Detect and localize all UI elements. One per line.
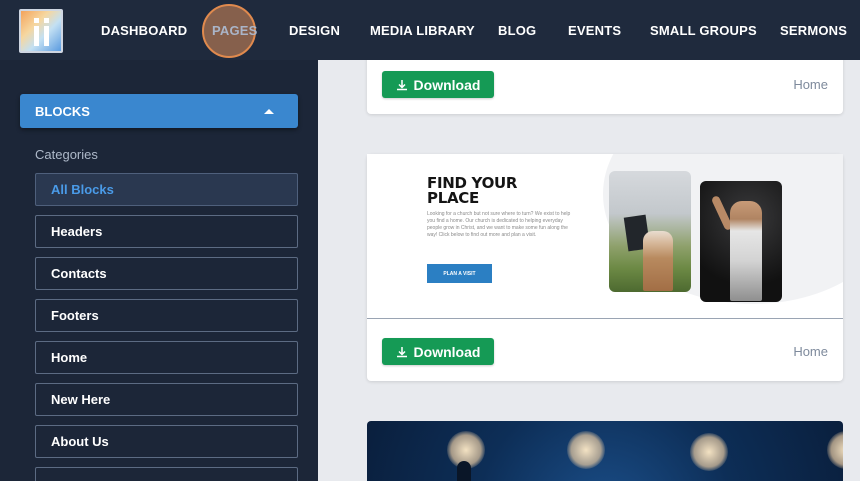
nav-dashboard[interactable]: DASHBOARD bbox=[101, 0, 187, 60]
logo-icon bbox=[34, 18, 50, 46]
block-gallery: Download Home FIND YOUR PLACE Looking fo… bbox=[318, 60, 860, 481]
blocks-dropdown-button[interactable]: BLOCKS bbox=[20, 94, 298, 128]
block-card: Download Home bbox=[367, 60, 843, 114]
preview-photo-greeter bbox=[609, 171, 691, 292]
category-item-partial[interactable] bbox=[35, 467, 298, 481]
app-logo[interactable] bbox=[19, 9, 63, 53]
category-headers[interactable]: Headers bbox=[35, 215, 298, 248]
category-contacts[interactable]: Contacts bbox=[35, 257, 298, 290]
nav-small-groups[interactable]: SMALL GROUPS bbox=[650, 0, 757, 60]
preview-body-text: Looking for a church but not sure where … bbox=[427, 211, 571, 238]
nav-pages[interactable]: PAGES bbox=[212, 0, 258, 60]
download-button[interactable]: Download bbox=[382, 338, 494, 365]
preview-title: FIND YOUR PLACE bbox=[427, 174, 518, 207]
category-about-us[interactable]: About Us bbox=[35, 425, 298, 458]
download-icon bbox=[396, 346, 407, 357]
blocks-label: BLOCKS bbox=[35, 103, 90, 119]
block-category-tag: Home bbox=[793, 77, 828, 92]
download-button[interactable]: Download bbox=[382, 71, 494, 98]
sidebar: BLOCKS Categories All Blocks Headers Con… bbox=[0, 60, 318, 481]
block-category-tag: Home bbox=[793, 344, 828, 359]
category-home[interactable]: Home bbox=[35, 341, 298, 374]
block-preview-image[interactable] bbox=[367, 421, 843, 481]
nav-media-library[interactable]: MEDIA LIBRARY bbox=[370, 0, 475, 60]
download-icon bbox=[396, 79, 407, 90]
caret-up-icon bbox=[264, 109, 274, 114]
preview-photo-worship bbox=[700, 181, 782, 302]
nav-sermons[interactable]: SERMONS bbox=[780, 0, 847, 60]
block-card: FIND YOUR PLACE Looking for a church but… bbox=[367, 154, 843, 381]
categories-label: Categories bbox=[35, 147, 98, 162]
preview-plan-visit-button: PLAN A VISIT bbox=[427, 264, 492, 283]
nav-events[interactable]: EVENTS bbox=[568, 0, 621, 60]
category-all-blocks[interactable]: All Blocks bbox=[35, 173, 298, 206]
block-preview[interactable]: FIND YOUR PLACE Looking for a church but… bbox=[367, 154, 843, 319]
category-footers[interactable]: Footers bbox=[35, 299, 298, 332]
category-new-here[interactable]: New Here bbox=[35, 383, 298, 416]
nav-design[interactable]: DESIGN bbox=[289, 0, 340, 60]
nav-blog[interactable]: BLOG bbox=[498, 0, 536, 60]
download-label: Download bbox=[413, 76, 481, 93]
download-label: Download bbox=[413, 343, 481, 360]
top-navigation: DASHBOARD PAGES DESIGN MEDIA LIBRARY BLO… bbox=[0, 0, 860, 60]
